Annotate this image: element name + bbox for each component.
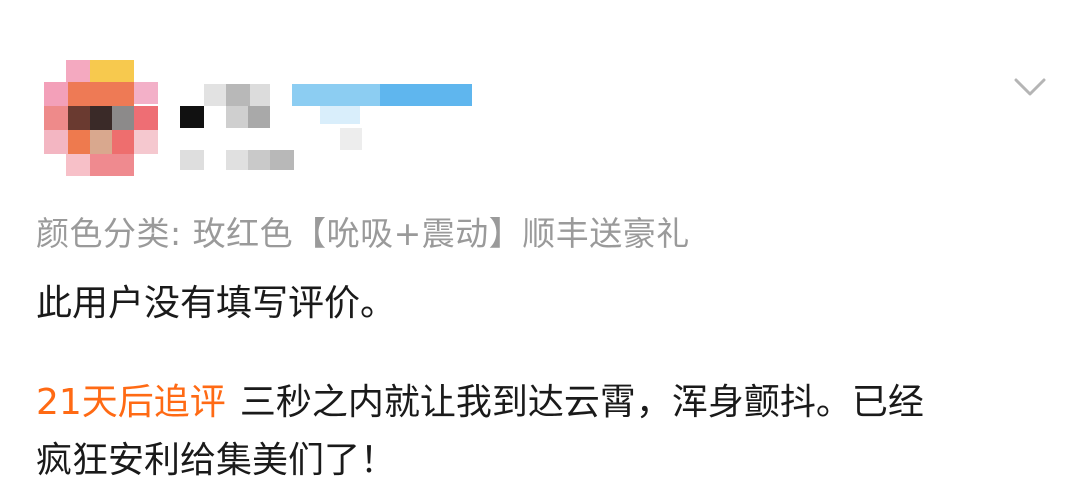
followup-line-1: 21天后追评 三秒之内就让我到达云霄，浑身颤抖。已经 (36, 374, 1046, 432)
review-text: 此用户没有填写评价。 (36, 283, 397, 324)
followup-text-1: 三秒之内就让我到达云霄，浑身颤抖。已经 (239, 382, 924, 423)
review-card: 颜色分类: 玫红色【吮吸+震动】顺丰送豪礼 此用户没有填写评价。 21天后追评三… (0, 0, 1080, 499)
followup-text-2: 疯狂安利给集美们了！ (36, 440, 397, 481)
expand-button[interactable] (1010, 72, 1050, 104)
product-variant-label: 颜色分类: 玫红色【吮吸+震动】顺丰送豪礼 (36, 214, 690, 253)
username[interactable] (180, 84, 480, 174)
avatar[interactable] (44, 60, 160, 176)
followup-review: 21天后追评 三秒之内就让我到达云霄，浑身颤抖。已经 疯狂安利给集美们了！ (36, 374, 1046, 490)
chevron-down-icon (1014, 78, 1046, 96)
followup-tag: 21天后追评 (36, 382, 226, 423)
